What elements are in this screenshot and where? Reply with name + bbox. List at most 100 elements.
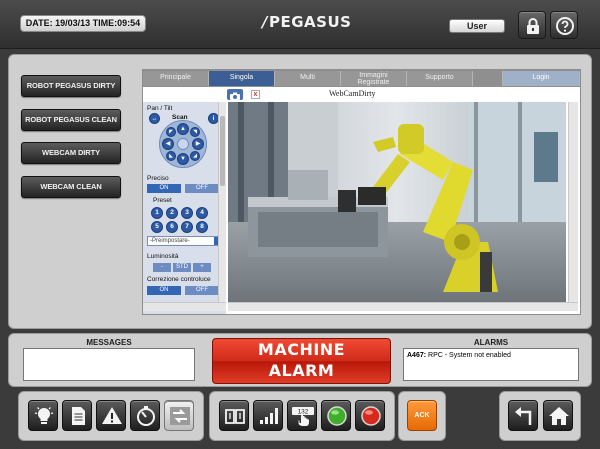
signal-bars-icon — [260, 408, 278, 424]
tab-immagini-registrate[interactable]: Immagini Registrate — [341, 71, 407, 86]
control-panel-hscrollbar[interactable] — [143, 302, 226, 311]
green-light-icon — [327, 406, 347, 426]
warning-icon — [102, 407, 122, 424]
preciso-on-button[interactable]: ON — [147, 184, 181, 193]
tab-spacer — [473, 71, 503, 86]
tab-principale[interactable]: Principale — [143, 71, 209, 86]
lock-icon — [527, 18, 539, 34]
alarm-banner-line1: MACHINE — [257, 340, 346, 359]
stopwatch-icon — [137, 406, 155, 426]
datetime-display: DATE: 19/03/13 TIME:09:54 — [20, 15, 146, 32]
brightness-std-button[interactable]: STD — [173, 263, 191, 272]
document-button[interactable] — [62, 400, 92, 431]
back-arrow-icon — [515, 407, 532, 425]
counter-hand-icon: 132 — [292, 407, 314, 426]
alarm-entry: A467: RPC - System not enabled — [407, 352, 511, 359]
tab-immagini-line1: Immagini — [359, 72, 388, 79]
home-icon — [549, 407, 569, 425]
pan-up-right-icon[interactable]: ◥ — [190, 127, 200, 137]
brightness-minus-button[interactable]: - — [153, 263, 171, 272]
tab-supporto[interactable]: Supporto — [407, 71, 473, 86]
camera-hscrollbar[interactable] — [228, 302, 578, 311]
home-button[interactable] — [543, 400, 573, 431]
brightness-plus-button[interactable]: + — [193, 263, 211, 272]
backlight-off-button[interactable]: OFF — [185, 286, 219, 295]
help-icon — [556, 17, 574, 35]
camera-title: WebCamDirty — [329, 89, 376, 98]
red-light-icon — [361, 406, 381, 426]
transfer-button[interactable] — [164, 400, 194, 431]
tab-singola[interactable]: Singola — [209, 71, 275, 86]
webcam-dirty-button[interactable]: WEBCAM DIRTY — [21, 142, 121, 164]
back-button[interactable] — [508, 400, 538, 431]
webcam-browser: Principale Singola Multi Immagini Regist… — [142, 69, 581, 315]
pan-left-icon[interactable]: ◀ — [162, 138, 174, 150]
tab-immagini-line2: Registrate — [357, 79, 390, 86]
robot-pegasus-clean-button[interactable]: ROBOT PEGASUS CLEAN — [21, 109, 121, 131]
tab-multi[interactable]: Multi — [275, 71, 341, 86]
robot-pegasus-dirty-button[interactable]: ROBOT PEGASUS DIRTY — [21, 75, 121, 97]
close-icon[interactable]: x — [251, 90, 260, 99]
toolbar-ack-group: ACK — [398, 391, 446, 441]
alarm-text: RPC - System not enabled — [426, 352, 511, 359]
preciso-label: Preciso — [147, 175, 169, 182]
counter-hand-button[interactable]: 132 — [287, 400, 317, 431]
toolbar-left-group — [18, 391, 204, 441]
lightbulb-button[interactable] — [28, 400, 58, 431]
pan-up-left-icon[interactable]: ◤ — [166, 127, 176, 137]
camera-control-panel: Pan / Tilt ↔ Scan i ▲ ▼ ◀ ▶ ◤ ◥ ◣ ◢ Prec… — [143, 102, 226, 314]
ptz-direction-pad: ▲ ▼ ◀ ▶ ◤ ◥ ◣ ◢ — [159, 120, 207, 168]
camera-icon[interactable] — [227, 89, 243, 100]
camera-header: x WebCamDirty — [143, 88, 580, 102]
webcam-clean-button[interactable]: WEBCAM CLEAN — [21, 176, 121, 198]
pan-tilt-label: Pan / Tilt — [147, 105, 173, 112]
pan-home-icon[interactable]: ↔ — [149, 113, 160, 124]
ack-button[interactable]: ACK — [407, 400, 437, 431]
tilt-down-icon[interactable]: ▼ — [177, 153, 189, 165]
book-icon — [225, 409, 245, 424]
help-button[interactable] — [550, 11, 578, 39]
scroll-thumb[interactable] — [220, 116, 225, 186]
machine-alarm-banner[interactable]: MACHINE ALARM — [212, 338, 391, 384]
messages-box — [23, 348, 195, 381]
alarms-title: ALARMS — [473, 338, 509, 347]
warning-button[interactable] — [96, 400, 126, 431]
preset-label: Preset — [153, 197, 172, 204]
preciso-off-button[interactable]: OFF — [185, 184, 219, 193]
preset-3-button[interactable]: 3 — [181, 207, 193, 219]
pan-down-left-icon[interactable]: ◣ — [166, 151, 176, 161]
control-panel-scrollbar[interactable] — [218, 102, 226, 302]
preset-5-button[interactable]: 5 — [151, 221, 163, 233]
green-light-button[interactable] — [321, 400, 351, 431]
preset-6-button[interactable]: 6 — [166, 221, 178, 233]
tab-login[interactable]: Login — [503, 71, 580, 86]
ptz-center-icon[interactable] — [177, 138, 189, 150]
pan-right-icon[interactable]: ▶ — [192, 138, 204, 150]
camera-vscrollbar[interactable] — [568, 102, 578, 302]
stopwatch-button[interactable] — [130, 400, 160, 431]
preset-4-button[interactable]: 4 — [196, 207, 208, 219]
tilt-up-icon[interactable]: ▲ — [177, 123, 189, 135]
red-light-button[interactable] — [355, 400, 385, 431]
brand-name: PEGASUS — [268, 13, 352, 31]
preset-select[interactable]: -Preimpostare- — [147, 236, 223, 246]
tab-bar: Principale Singola Multi Immagini Regist… — [143, 70, 580, 87]
main-panel: ROBOT PEGASUS DIRTY ROBOT PEGASUS CLEAN … — [8, 54, 592, 329]
backlight-on-button[interactable]: ON — [147, 286, 181, 295]
correzione-label: Correzione controluce — [147, 276, 211, 283]
preset-2-button[interactable]: 2 — [166, 207, 178, 219]
signal-bars-button[interactable] — [253, 400, 283, 431]
preset-1-button[interactable]: 1 — [151, 207, 163, 219]
brand-mark-icon: / — [262, 13, 268, 31]
preset-7-button[interactable]: 7 — [181, 221, 193, 233]
status-strip: MESSAGES MACHINE ALARM ALARMS A467: RPC … — [8, 333, 592, 387]
brand-logo: /PEGASUS — [262, 13, 351, 31]
user-field[interactable]: User — [449, 19, 505, 33]
lock-button[interactable] — [518, 11, 546, 39]
alarms-box[interactable]: A467: RPC - System not enabled — [403, 348, 579, 381]
lightbulb-icon — [34, 407, 54, 424]
pan-down-right-icon[interactable]: ◢ — [190, 151, 200, 161]
book-button[interactable] — [219, 400, 249, 431]
preset-8-button[interactable]: 8 — [196, 221, 208, 233]
webcam-image — [228, 102, 566, 302]
